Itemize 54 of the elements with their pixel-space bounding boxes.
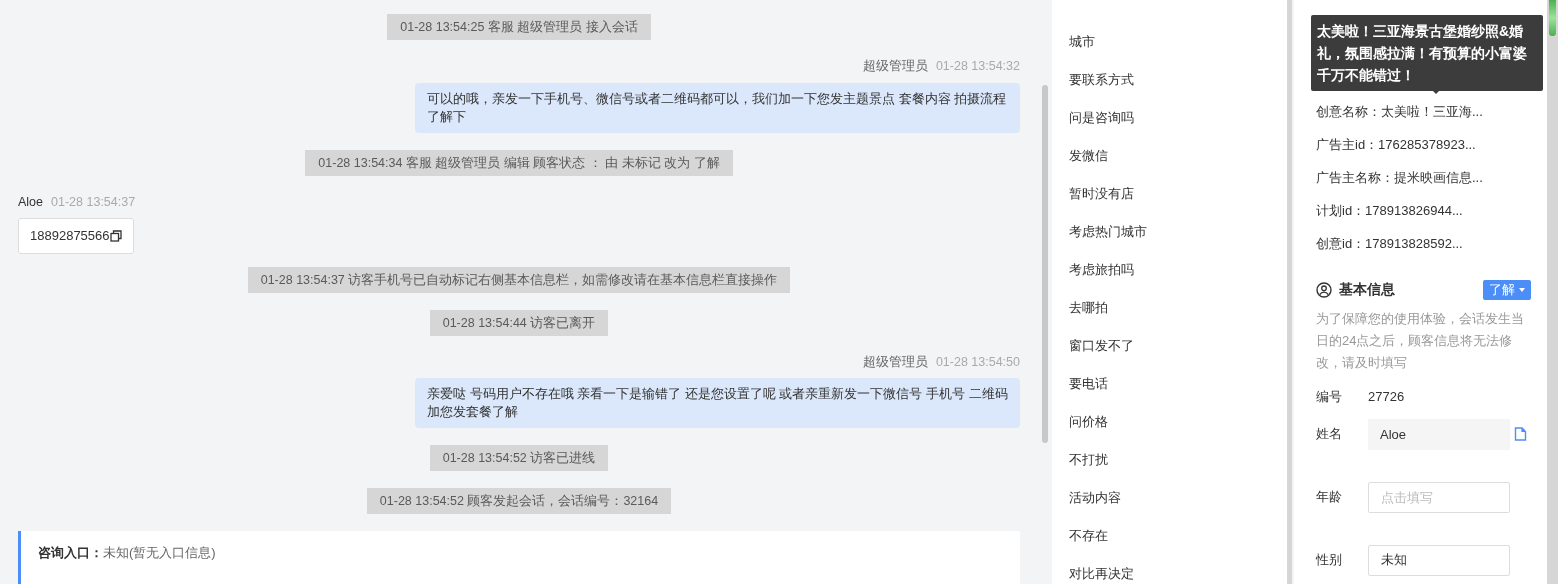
info-row-text: 创意id：178913828592... (1316, 235, 1464, 253)
info-row-text: 广告主id：176285378923... (1316, 136, 1477, 154)
system-message: 01-28 13:54:44 访客已离开 (429, 309, 609, 336)
system-message: 01-28 13:54:25 客服 超级管理员 接入会话 (387, 14, 651, 40)
message-time: 01-28 13:54:32 (935, 59, 1020, 73)
system-message: 01-28 13:54:52 访客已进线 (429, 445, 609, 472)
info-row-text: 广告主名称：提米映画信息... (1316, 169, 1484, 187)
name-field[interactable]: Aloe (1368, 418, 1510, 450)
info-note: 为了保障您的使用体验，会话发生当日的24点之后，顾客信息将无法修改，请及时填写 (1316, 310, 1525, 372)
message-bubble: 亲爱哒 号码用户不存在哦 亲看一下是输错了 还是您设置了呢 或者亲重新发一下微信号 手机号 二维码加您发套餐了解 (415, 378, 1020, 429)
quick-reply-item[interactable]: 城市 (1052, 23, 1287, 61)
quick-reply-item[interactable]: 发微信 (1052, 137, 1287, 175)
sender-name: Aloe (18, 194, 44, 209)
quick-reply-item[interactable]: 问是咨询吗 (1052, 99, 1287, 137)
scrollbar-thumb[interactable] (1042, 85, 1048, 443)
message-bubble: 可以的哦，亲发一下手机号、微信号或者二维码都可以，我们加一下您发主题景点 套餐内容 拍摄流程了解下 (415, 82, 1020, 133)
field-label: 年龄 (1316, 488, 1343, 507)
field-label: 性别 (1316, 551, 1343, 570)
quick-reply-item[interactable]: 问价格 (1052, 403, 1287, 441)
caret-icon (1519, 288, 1525, 293)
input-field[interactable]: 点击填写 (1368, 481, 1510, 513)
system-message: 01-28 13:54:52 顾客发起会话，会话编号：32164 (366, 488, 672, 515)
sender-name: 超级管理员 (862, 354, 928, 369)
quick-reply-item[interactable]: 对比再决定 (1052, 555, 1287, 584)
quick-reply-item[interactable]: 考虑旅拍吗 (1052, 251, 1287, 289)
quick-reply-item[interactable]: 要联系方式 (1052, 61, 1287, 99)
user-icon (1316, 281, 1332, 298)
scrollbar-thumb[interactable] (1549, 0, 1556, 36)
copy-icon[interactable] (109, 229, 122, 242)
quick-reply-item[interactable]: 不打扰 (1052, 441, 1287, 479)
info-row-text: 计划id：178913826944... (1316, 202, 1464, 220)
section-title: 基本信息 (1338, 280, 1395, 299)
sender-name: 超级管理员 (862, 59, 928, 73)
message-time: 01-28 13:54:37 (51, 194, 136, 209)
info-value: 未知(暂无入口信息) (103, 545, 216, 561)
field-label: 编号 (1316, 388, 1343, 406)
quick-reply-item[interactable]: 活动内容 (1052, 479, 1287, 517)
info-label: 咨询入口： (38, 545, 103, 561)
field-value: 27726 (1368, 388, 1405, 406)
quick-reply-item[interactable]: 窗口发不了 (1052, 327, 1287, 365)
quick-reply-item[interactable]: 去哪拍 (1052, 289, 1287, 327)
quick-reply-item[interactable]: 考虑热门城市 (1052, 213, 1287, 251)
field-label: 姓名 (1316, 425, 1343, 444)
info-row-text: 创意名称：太美啦！三亚海... (1316, 103, 1484, 121)
quick-reply-item[interactable]: 暂时没有店 (1052, 175, 1287, 213)
message-text: 18892875566 (30, 227, 110, 245)
tooltip: 太美啦！三亚海景古堡婚纱照&婚礼，氛围感拉满！有预算的小富婆千万不能错过！ (1311, 15, 1543, 91)
quick-reply-item[interactable]: 要电话 (1052, 365, 1287, 403)
system-message: 01-28 13:54:34 客服 超级管理员 编辑 顾客状态 ： 由 未标记 改为 了解 (305, 149, 733, 176)
tooltip-arrow (1431, 89, 1441, 94)
system-message: 01-28 13:54:37 访客手机号已自动标记右侧基本信息栏，如需修改请在基本信息栏直接操作 (247, 266, 791, 293)
quick-reply-item[interactable]: 不存在 (1052, 517, 1287, 555)
input-field[interactable]: 未知 (1368, 544, 1510, 576)
message-time: 01-28 13:54:50 (935, 354, 1020, 369)
